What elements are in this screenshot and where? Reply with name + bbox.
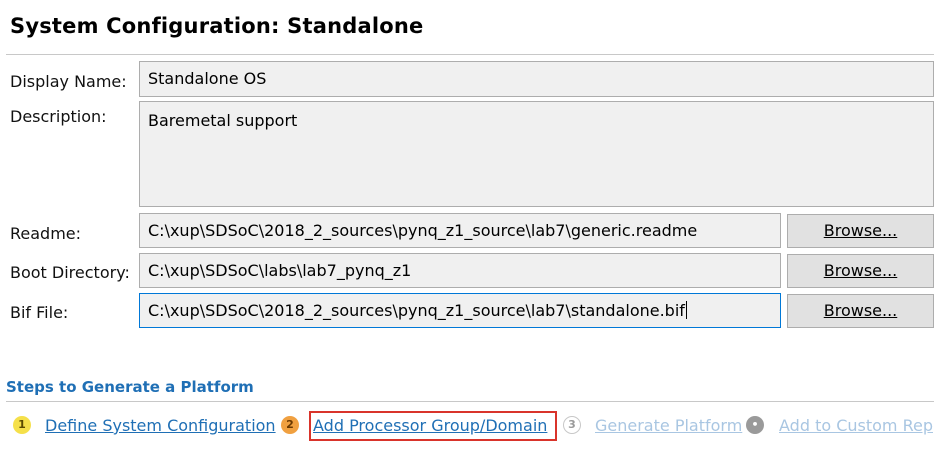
bif-file-browse-label: Browse... bbox=[823, 301, 898, 320]
boot-directory-field[interactable]: C:\xup\SDSoC\labs\lab7_pynq_z1 bbox=[139, 253, 781, 288]
display-name-field[interactable]: Standalone OS bbox=[139, 61, 934, 97]
step-2-badge-icon: 2 bbox=[281, 416, 299, 434]
readme-browse-button[interactable]: Browse... bbox=[787, 214, 934, 248]
steps-divider bbox=[6, 401, 934, 402]
step-1-link[interactable]: Define System Configuration bbox=[45, 416, 276, 435]
text-caret bbox=[685, 301, 687, 319]
boot-directory-browse-label: Browse... bbox=[823, 261, 898, 280]
steps-title: Steps to Generate a Platform bbox=[6, 378, 254, 396]
description-label: Description: bbox=[10, 107, 107, 126]
bif-file-field[interactable]: C:\xup\SDSoC\2018_2_sources\pynq_z1_sour… bbox=[139, 293, 781, 328]
bif-file-value: C:\xup\SDSoC\2018_2_sources\pynq_z1_sour… bbox=[148, 301, 685, 320]
boot-directory-label: Boot Directory: bbox=[10, 263, 130, 282]
readme-browse-label: Browse... bbox=[823, 221, 898, 240]
step-4-link[interactable]: Add to Custom Rep bbox=[779, 416, 933, 435]
title-divider bbox=[6, 54, 934, 55]
readme-label: Readme: bbox=[10, 224, 82, 243]
bif-file-browse-button[interactable]: Browse... bbox=[787, 294, 934, 328]
bif-file-label: Bif File: bbox=[10, 303, 69, 322]
step-4-badge-icon: • bbox=[746, 416, 764, 434]
description-field[interactable]: Baremetal support bbox=[139, 101, 934, 207]
step-3-link[interactable]: Generate Platform bbox=[595, 416, 742, 435]
page-title: System Configuration: Standalone bbox=[10, 14, 424, 38]
boot-directory-browse-button[interactable]: Browse... bbox=[787, 254, 934, 288]
step-3-badge-icon: 3 bbox=[563, 416, 581, 434]
readme-field[interactable]: C:\xup\SDSoC\2018_2_sources\pynq_z1_sour… bbox=[139, 213, 781, 248]
display-name-label: Display Name: bbox=[10, 72, 127, 91]
step-2-highlight-box bbox=[309, 411, 557, 441]
step-1-badge-icon: 1 bbox=[13, 416, 31, 434]
